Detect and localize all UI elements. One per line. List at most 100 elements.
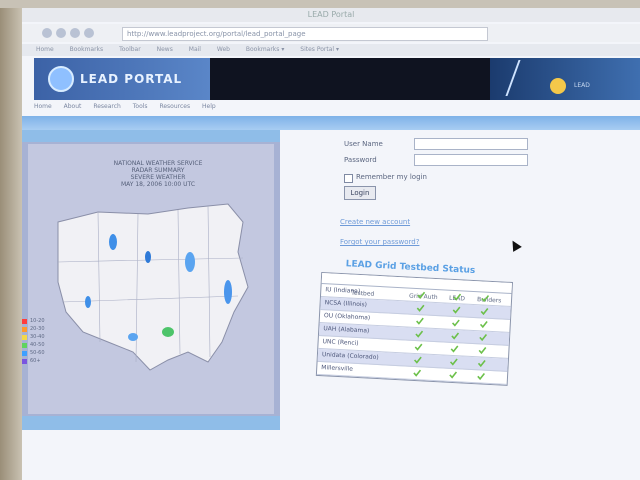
subnav-item[interactable]: Resources [159, 103, 190, 110]
forgot-password-link[interactable]: Forgot your password? [340, 238, 419, 246]
bookmark-item[interactable]: Bookmarks [70, 46, 104, 53]
legend-swatch [22, 343, 27, 348]
check-icon [449, 358, 458, 366]
legend-label: 20-30 [30, 326, 45, 332]
bookmark-item[interactable]: Home [36, 46, 54, 53]
us-outline [57, 203, 249, 371]
legend-item: 40-50 [22, 342, 82, 349]
subnav-item[interactable]: Home [34, 103, 52, 110]
status-row-name: IU (Indiana) [325, 286, 361, 296]
legend-swatch [22, 351, 27, 356]
portal-logo-text: LEAD PORTAL [80, 72, 183, 86]
check-icon [414, 343, 423, 351]
check-icon [417, 291, 426, 299]
grid-status-table: LEAD Grid Testbed Status Testbed Grid Au… [315, 258, 514, 386]
status-row-name: NCSA (Illinois) [324, 299, 368, 309]
username-input[interactable] [414, 138, 528, 150]
check-icon [450, 345, 459, 353]
legend-item: 10-20 [22, 318, 82, 325]
legend-swatch [22, 335, 27, 340]
radar-echo [224, 280, 232, 304]
radar-echo [128, 333, 138, 341]
status-grid: Testbed Grid Auth LEAD Builders IU (Indi… [315, 271, 514, 386]
status-row-name: Unidata (Colorado) [321, 351, 379, 362]
check-icon [416, 317, 424, 325]
check-icon [452, 306, 461, 314]
password-input[interactable] [414, 154, 528, 166]
monitor-bezel [0, 0, 22, 480]
radar-echo [185, 252, 195, 272]
legend-item: 20-30 [22, 326, 82, 333]
legend-item: 60+ [22, 358, 82, 365]
legend-swatch [22, 319, 27, 324]
legend-swatch [22, 327, 27, 332]
legend-item: 50-60 [22, 350, 82, 357]
bookmark-item[interactable]: Toolbar [119, 46, 141, 53]
map-heading-line: RADAR SUMMARY [131, 167, 185, 174]
check-icon [481, 295, 490, 303]
radar-map-panel: NATIONAL WEATHER SERVICE RADAR SUMMARY S… [22, 130, 280, 430]
legend-swatch [22, 359, 27, 364]
bookmark-item[interactable]: News [157, 46, 173, 53]
banner-photo [210, 58, 490, 100]
bookmark-item[interactable]: Mail [189, 46, 201, 53]
check-icon [449, 371, 458, 379]
back-icon[interactable] [42, 28, 52, 38]
legend-label: 40-50 [30, 342, 45, 348]
check-icon [477, 372, 486, 381]
check-icon [453, 293, 462, 301]
username-label: User Name [344, 140, 383, 148]
portal-banner: LEAD PORTAL LEAD [34, 58, 640, 100]
legend-label: 50-60 [30, 350, 45, 356]
remember-label: Remember my login [356, 173, 427, 181]
radar-echo [109, 234, 117, 250]
map-heading-line: SEVERE WEATHER [130, 174, 186, 181]
subnav-item[interactable]: Research [93, 103, 121, 110]
status-row-name: Millersville [321, 364, 354, 373]
login-button[interactable]: Login [344, 186, 376, 200]
browser-window: LEAD Portal http://www.leadproject.org/p… [22, 8, 640, 480]
bookmarks-bar: Home Bookmarks Toolbar News Mail Web Boo… [22, 44, 640, 56]
subnav-item[interactable]: About [64, 103, 82, 110]
forward-icon[interactable] [56, 28, 66, 38]
check-icon [479, 321, 488, 329]
check-icon [479, 334, 488, 342]
legend-label: 10-20 [30, 318, 45, 324]
check-icon [451, 319, 460, 327]
sun-icon [550, 78, 566, 94]
url-input[interactable]: http://www.leadproject.org/portal/lead_p… [122, 27, 488, 41]
radar-map[interactable]: NATIONAL WEATHER SERVICE RADAR SUMMARY S… [28, 144, 274, 414]
check-icon [413, 369, 422, 377]
radar-echo [162, 327, 174, 337]
subnav-item[interactable]: Tools [133, 103, 148, 110]
window-title: LEAD Portal [22, 8, 640, 22]
address-bar: http://www.leadproject.org/portal/lead_p… [22, 24, 640, 42]
remember-checkbox[interactable] [344, 174, 353, 183]
lead-logo-icon [48, 66, 74, 92]
monitor-bezel-top [0, 0, 640, 8]
bookmark-item[interactable]: Bookmarks ▾ [246, 46, 284, 53]
radar-echo [85, 296, 91, 308]
check-icon [416, 304, 425, 312]
status-row-name: UAH (Alabama) [323, 325, 370, 335]
status-row-name: OU (Oklahoma) [323, 312, 371, 322]
bookmark-item[interactable]: Sites Portal ▾ [300, 46, 339, 53]
status-rows: IU (Indiana) NCSA (Illinois) OU (Oklahoma)… [316, 284, 512, 385]
map-heading-line: MAY 18, 2006 10:00 UTC [120, 181, 196, 188]
check-icon [480, 308, 489, 316]
header-divider [22, 116, 640, 130]
check-icon [478, 346, 487, 355]
status-row-name: UNC (Renci) [322, 338, 359, 348]
check-icon [413, 356, 422, 364]
check-icon [477, 359, 486, 368]
legend-label: 30-40 [30, 334, 45, 340]
map-heading-line: NATIONAL WEATHER SERVICE [113, 160, 203, 167]
home-icon[interactable] [84, 28, 94, 38]
bookmark-item[interactable]: Web [217, 46, 230, 53]
banner-right-label: LEAD [574, 82, 590, 89]
check-icon [451, 332, 460, 340]
create-account-link[interactable]: Create new account [340, 218, 410, 226]
reload-icon[interactable] [70, 28, 80, 38]
sub-navigation: Home About Research Tools Resources Help [34, 102, 640, 112]
subnav-item[interactable]: Help [202, 103, 216, 110]
